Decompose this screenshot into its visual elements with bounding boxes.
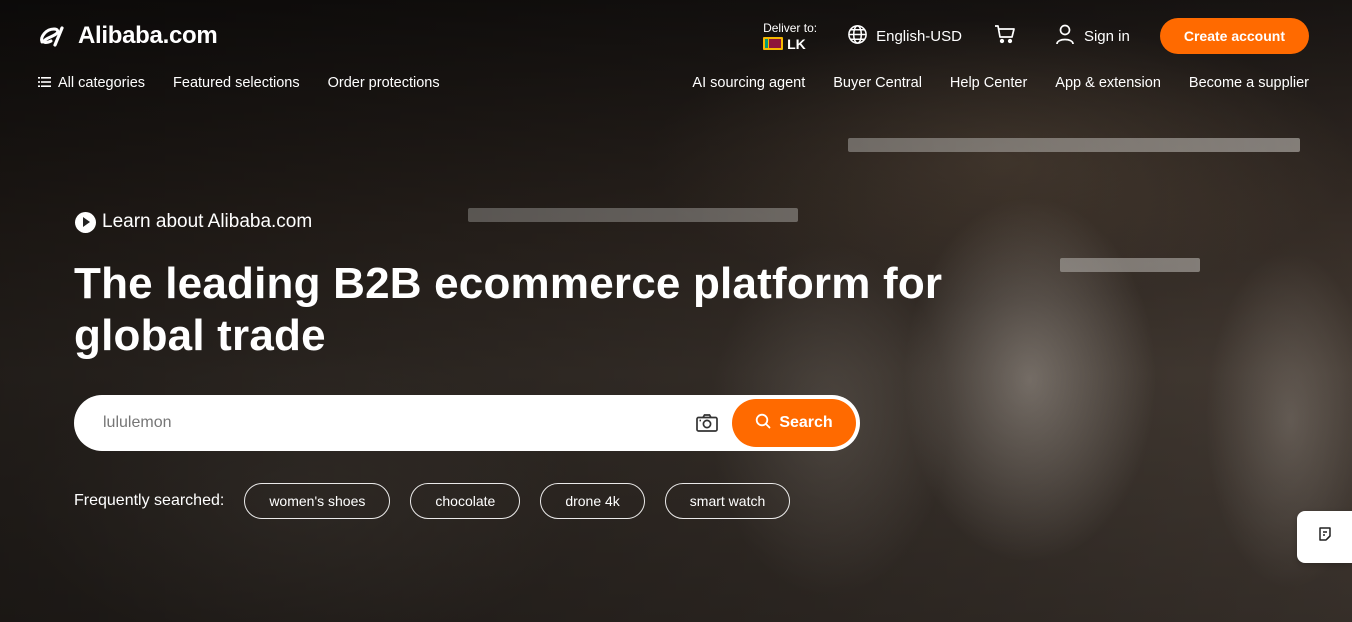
search-button[interactable]: Search: [732, 399, 856, 447]
top-bar: Alibaba.com Deliver to: LK English-USD S…: [0, 0, 1352, 72]
learn-about-link[interactable]: Learn about Alibaba.com: [75, 211, 312, 233]
menu-icon: [38, 75, 51, 91]
nav-become-supplier[interactable]: Become a supplier: [1189, 75, 1309, 91]
nav-ai-sourcing-agent[interactable]: AI sourcing agent: [692, 75, 805, 91]
globe-icon: [847, 24, 868, 49]
search-chip-womens-shoes[interactable]: women's shoes: [244, 483, 391, 519]
learn-about-label: Learn about Alibaba.com: [102, 211, 313, 232]
feedback-button[interactable]: [1297, 511, 1352, 563]
nav-all-categories-label: All categories: [58, 75, 146, 91]
search-chip-drone-4k[interactable]: drone 4k: [540, 483, 645, 519]
alibaba-logo-icon: [38, 25, 72, 47]
sign-in-label: Sign in: [1083, 27, 1130, 45]
cart-button[interactable]: [994, 24, 1016, 49]
hero-headline: The leading B2B ecommerce platform for g…: [74, 259, 943, 360]
play-icon: [75, 211, 96, 233]
nav-featured-selections[interactable]: Featured selections: [173, 75, 300, 91]
search-icon: [755, 413, 771, 434]
language-label: English-USD: [876, 27, 962, 45]
sri-lanka-flag-icon: [763, 37, 784, 50]
create-account-button[interactable]: Create account: [1159, 18, 1309, 54]
sign-in-button[interactable]: Sign in: [1056, 24, 1130, 49]
search-bar: Search: [74, 395, 860, 451]
main-nav: All categories Featured selections Order…: [0, 72, 1352, 94]
nav-order-protections[interactable]: Order protections: [328, 75, 440, 91]
alibaba-logo[interactable]: Alibaba.com: [38, 22, 218, 50]
feedback-icon: [1318, 527, 1332, 547]
deliver-to-selector[interactable]: Deliver to: LK: [763, 21, 817, 52]
camera-icon[interactable]: [696, 414, 718, 432]
user-icon: [1056, 24, 1074, 49]
nav-app-extension[interactable]: App & extension: [1055, 75, 1161, 91]
search-input[interactable]: [103, 414, 696, 432]
nav-buyer-central[interactable]: Buyer Central: [833, 75, 922, 91]
cart-icon: [994, 24, 1016, 49]
deliver-country: LK: [787, 35, 806, 52]
search-chip-chocolate[interactable]: chocolate: [410, 483, 521, 519]
nav-all-categories[interactable]: All categories: [38, 75, 145, 91]
logo-text: Alibaba.com: [78, 22, 218, 49]
frequently-searched: Frequently searched: women's shoes choco…: [74, 483, 810, 519]
nav-help-center[interactable]: Help Center: [950, 75, 1027, 91]
deliver-label: Deliver to:: [763, 20, 818, 35]
search-button-label: Search: [779, 414, 833, 431]
frequently-searched-label: Frequently searched:: [74, 492, 225, 509]
search-chip-smart-watch[interactable]: smart watch: [664, 483, 791, 519]
language-currency-selector[interactable]: English-USD: [847, 24, 962, 49]
